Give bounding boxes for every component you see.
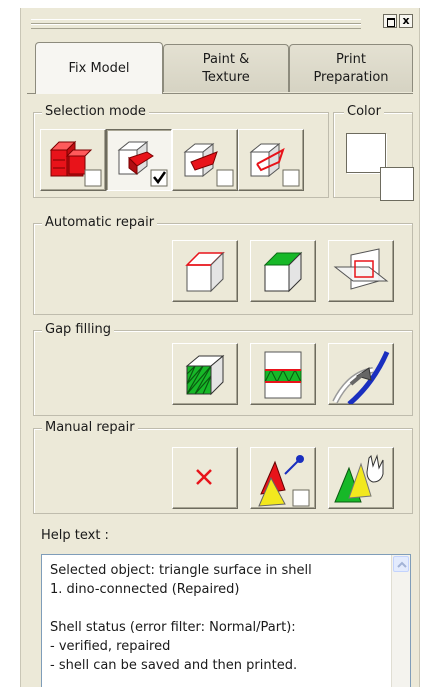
surface-green-strip-icon	[264, 351, 302, 399]
help-text-box[interactable]: Selected object: triangle surface in she…	[41, 554, 411, 687]
group-label: Selection mode	[42, 103, 149, 121]
triangles-pin-icon	[258, 455, 310, 507]
delete-x-icon	[196, 469, 212, 485]
fill-holes-button[interactable]	[172, 343, 238, 405]
tab-label: Print Preparation	[313, 51, 389, 85]
color-picker-button[interactable]	[342, 127, 414, 201]
chevron-up-icon	[397, 561, 407, 568]
selection-mode-group: Selection mode	[33, 103, 329, 198]
select-shell-button[interactable]	[40, 129, 106, 191]
tab-label: Paint & Texture	[202, 51, 250, 85]
group-label: Gap filling	[42, 321, 114, 339]
drag-grip[interactable]	[31, 24, 361, 29]
intersecting-planes-icon	[333, 248, 389, 290]
tab-label: Fix Model	[68, 60, 130, 76]
scroll-up-button[interactable]	[393, 556, 409, 572]
select-shell-icon	[49, 140, 102, 187]
help-text-content: Selected object: triangle surface in she…	[50, 563, 312, 673]
manual-repair-group: Manual repair	[33, 419, 413, 514]
panel-title-bar[interactable]: x	[27, 12, 413, 34]
group-label: Color	[344, 103, 384, 121]
gap-filling-group: Gap filling	[33, 321, 413, 416]
tab-paint-texture[interactable]: Paint & Texture	[163, 44, 289, 92]
wrap-surface-button[interactable]	[328, 343, 394, 405]
group-label: Automatic repair	[42, 214, 158, 232]
tab-fix-model[interactable]: Fix Model	[35, 42, 163, 94]
fix-model-panel: x Fix Model Paint & Texture Print Prepar…	[20, 8, 420, 687]
group-label: Manual repair	[42, 419, 138, 437]
cube-red-edges-icon	[185, 251, 225, 293]
arc-arrow-icon	[332, 350, 390, 404]
select-edge-button[interactable]	[238, 129, 304, 191]
move-triangle-button[interactable]	[328, 447, 394, 509]
help-scrollbar[interactable]	[391, 555, 410, 687]
select-surface-button[interactable]	[106, 129, 172, 191]
select-triangle-icon	[183, 142, 234, 187]
cube-green-top-icon	[263, 251, 303, 293]
select-triangle-button[interactable]	[172, 129, 238, 191]
color-group: Color	[333, 103, 414, 201]
delete-triangle-button[interactable]	[172, 447, 238, 509]
restore-window-icon[interactable]	[383, 14, 397, 28]
repair-normals-button[interactable]	[172, 240, 238, 302]
stitch-triangles-button[interactable]	[250, 240, 316, 302]
fix-intersections-button[interactable]	[328, 240, 394, 302]
fill-gap-strip-button[interactable]	[250, 343, 316, 405]
tab-print-preparation[interactable]: Print Preparation	[289, 44, 413, 92]
cube-green-mesh-icon	[185, 354, 225, 396]
triangles-hand-icon	[334, 454, 384, 503]
select-surface-icon	[117, 140, 168, 187]
close-icon[interactable]: x	[399, 14, 413, 28]
color-secondary-swatch[interactable]	[380, 167, 414, 201]
select-edge-icon	[249, 142, 300, 187]
automatic-repair-group: Automatic repair	[33, 214, 413, 315]
help-text-label: Help text :	[41, 528, 109, 543]
add-triangle-button[interactable]	[250, 447, 316, 509]
